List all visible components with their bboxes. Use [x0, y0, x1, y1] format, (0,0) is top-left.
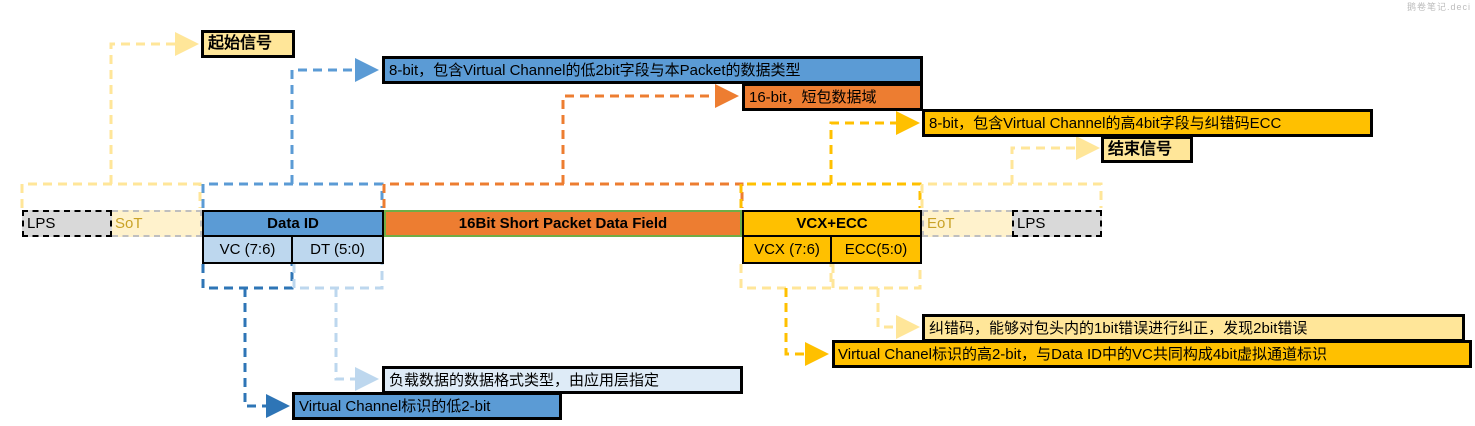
callout-vcx: Virtual Chanel标识的高2-bit，与Data ID中的VC共同构成…: [832, 340, 1472, 368]
data-field-cell: 16Bit Short Packet Data Field: [384, 210, 742, 237]
lps-left-cell: LPS: [22, 210, 112, 237]
lps-left-label: LPS: [27, 215, 56, 232]
arrow-ecc: [876, 288, 920, 339]
arrow-dt: [334, 288, 379, 391]
start-signal-text: 起始信号: [208, 35, 273, 52]
eot-cell: EoT: [922, 210, 1012, 237]
short-data-desc-text: 16-bit，短包数据域: [749, 88, 877, 106]
bracket-data-field: [382, 182, 744, 208]
data-id-label: Data ID: [267, 215, 319, 232]
arrow-end-signal: [1010, 136, 1100, 184]
bracket-vcx-ecc: [739, 182, 922, 208]
bracket-vcx: [739, 264, 833, 290]
watermark: 鹅卷笔记.deci: [1406, 2, 1471, 12]
ecc-desc-text: 纠错码，能够对包头内的1bit错误进行纠正，发现2bit错误: [929, 319, 1308, 337]
dt-desc-text: 负载数据的数据格式类型，由应用层指定: [389, 371, 660, 389]
bracket-data-id: [201, 182, 384, 208]
lps-right-label: LPS: [1017, 215, 1046, 232]
bracket-ecc: [831, 264, 922, 290]
sot-label: SoT: [115, 215, 143, 232]
callout-end-signal: 结束信号: [1101, 136, 1193, 163]
data-id-desc-text: 8-bit，包含Virtual Channel的低2bit字段与本Packet的…: [389, 61, 801, 79]
vc-cell: VC (7:6): [202, 237, 293, 264]
vcx-ecc-desc-text: 8-bit，包含Virtual Channel的高4bit字段与纠错码ECC: [929, 114, 1282, 132]
callout-dt: 负载数据的数据格式类型，由应用层指定: [382, 366, 743, 394]
callout-start-signal: 起始信号: [201, 30, 295, 58]
vcx-label: VCX (7:6): [754, 241, 820, 258]
data-field-label: 16Bit Short Packet Data Field: [458, 215, 668, 232]
sot-cell: SoT: [112, 210, 202, 237]
bracket-sot: [20, 182, 202, 208]
ecc-label: ECC(5:0): [844, 241, 908, 258]
arrow-vc: [243, 288, 290, 418]
vc-desc-text: Virtual Channel标识的低2-bit: [299, 397, 491, 415]
arrow-vcx: [784, 288, 829, 366]
callout-ecc: 纠错码，能够对包头内的1bit错误进行纠正，发现2bit错误: [922, 314, 1465, 342]
eot-label: EoT: [927, 215, 955, 232]
bracket-eot: [920, 182, 1103, 208]
arrow-data-id: [290, 58, 379, 184]
data-id-cell: Data ID: [202, 210, 384, 237]
arrow-data-field: [561, 84, 739, 184]
end-signal-text: 结束信号: [1108, 140, 1173, 158]
callout-short-data: 16-bit，短包数据域: [742, 83, 923, 111]
vcx-desc-text: Virtual Chanel标识的高2-bit，与Data ID中的VC共同构成…: [838, 345, 1328, 363]
callout-vc: Virtual Channel标识的低2-bit: [292, 392, 562, 420]
vc-label: VC (7:6): [219, 241, 276, 258]
vcx-ecc-cell: VCX+ECC: [742, 210, 922, 237]
bracket-vc: [201, 264, 294, 290]
dt-cell: DT (5:0): [293, 237, 384, 264]
callout-vcx-ecc: 8-bit，包含Virtual Channel的高4bit字段与纠错码ECC: [922, 109, 1373, 137]
lps-right-cell: LPS: [1012, 210, 1102, 237]
arrow-start-signal: [109, 32, 199, 184]
dt-label: DT (5:0): [310, 241, 365, 258]
bracket-dt: [292, 264, 384, 290]
callout-data-id: 8-bit，包含Virtual Channel的低2bit字段与本Packet的…: [382, 56, 923, 84]
ecc-cell: ECC(5:0): [832, 237, 922, 264]
vcx-ecc-label: VCX+ECC: [796, 215, 868, 232]
vcx-cell: VCX (7:6): [742, 237, 832, 264]
arrow-vcx-ecc: [829, 111, 920, 184]
